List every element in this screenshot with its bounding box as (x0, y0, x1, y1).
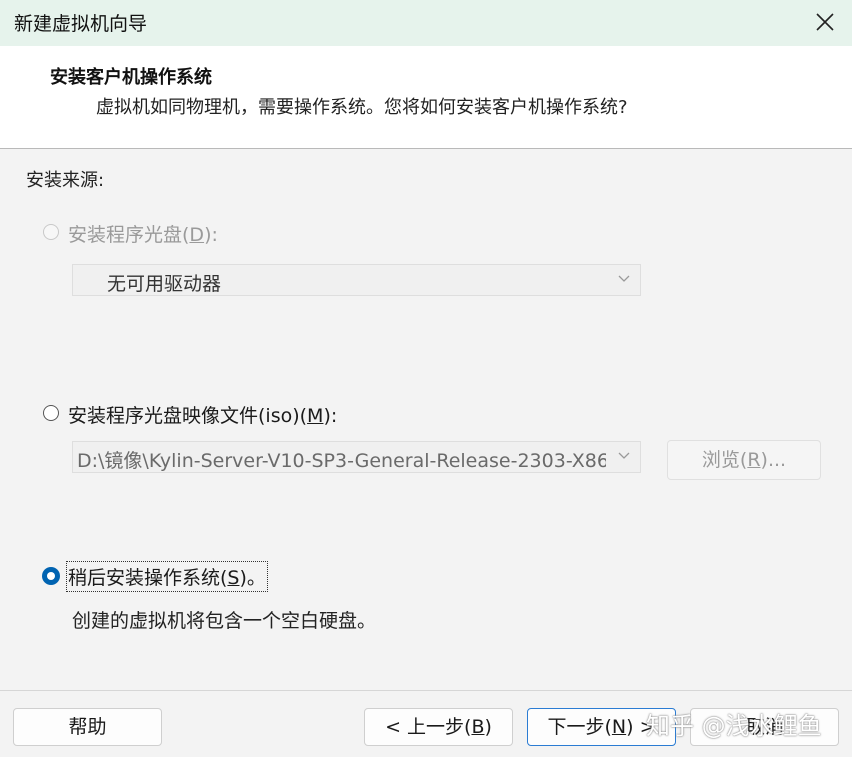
back-button[interactable]: < 上一步(B) (364, 708, 513, 746)
chevron-down-icon (618, 275, 630, 282)
wizard-header: 安装客户机操作系统 虚拟机如同物理机，需要操作系统。您将如何安装客户机操作系统? (0, 46, 852, 149)
back-button-suffix: ) (484, 716, 492, 738)
browse-button-suffix: )... (760, 449, 787, 471)
disc-radio[interactable] (43, 224, 59, 240)
iso-radio[interactable] (43, 405, 59, 421)
iso-option-text: 安装程序光盘映像文件(iso)( (68, 405, 308, 427)
disc-drive-value: 无可用驱动器 (107, 273, 222, 295)
next-button-text: 下一步( (547, 716, 612, 738)
install-source-label: 安装来源: (26, 170, 105, 191)
next-button-mnemonic: N (611, 716, 627, 738)
header-subtitle: 虚拟机如同物理机，需要操作系统。您将如何安装客户机操作系统? (96, 97, 628, 118)
later-option-suffix: )。 (239, 567, 266, 589)
disc-drive-select[interactable]: 无可用驱动器 (72, 264, 641, 296)
browse-button[interactable]: 浏览(R)... (667, 440, 821, 480)
next-button[interactable]: 下一步(N) > (527, 708, 676, 746)
later-option-text: 稍后安装操作系统( (68, 567, 228, 589)
next-button-suffix: ) > (626, 716, 656, 738)
later-hint: 创建的虚拟机将包含一个空白硬盘。 (72, 610, 377, 632)
iso-path-value: D:\镜像\Kylin-Server-V10-SP3-General-Relea… (77, 450, 606, 472)
cancel-button[interactable]: 取消 (690, 708, 839, 746)
header-title: 安装客户机操作系统 (50, 67, 212, 88)
later-option-label[interactable]: 稍后安装操作系统(S)。 (66, 561, 268, 592)
help-button[interactable]: 帮助 (13, 708, 162, 746)
iso-option-suffix: ): (323, 405, 338, 427)
footer-divider (0, 690, 852, 691)
back-button-text: < 上一步( (385, 716, 472, 738)
browse-button-mnemonic: R (747, 449, 761, 471)
back-button-mnemonic: B (471, 716, 485, 738)
iso-path-select[interactable]: D:\镜像\Kylin-Server-V10-SP3-General-Relea… (72, 441, 641, 473)
chevron-down-icon (618, 452, 630, 459)
disc-option-mnemonic: D (189, 224, 205, 246)
iso-option-mnemonic: M (307, 405, 324, 427)
disc-option-label[interactable]: 安装程序光盘(D): (68, 220, 218, 247)
disc-option-text: 安装程序光盘( (68, 224, 190, 246)
disc-option-suffix: ): (204, 224, 218, 246)
title-bar: 新建虚拟机向导 (0, 0, 852, 46)
later-radio[interactable] (42, 567, 60, 585)
window-title: 新建虚拟机向导 (14, 13, 148, 35)
browse-button-text: 浏览( (701, 449, 748, 471)
close-icon (816, 13, 834, 31)
close-button[interactable] (800, 0, 852, 46)
iso-option-label[interactable]: 安装程序光盘映像文件(iso)(M): (68, 401, 337, 428)
later-option-mnemonic: S (227, 567, 240, 589)
